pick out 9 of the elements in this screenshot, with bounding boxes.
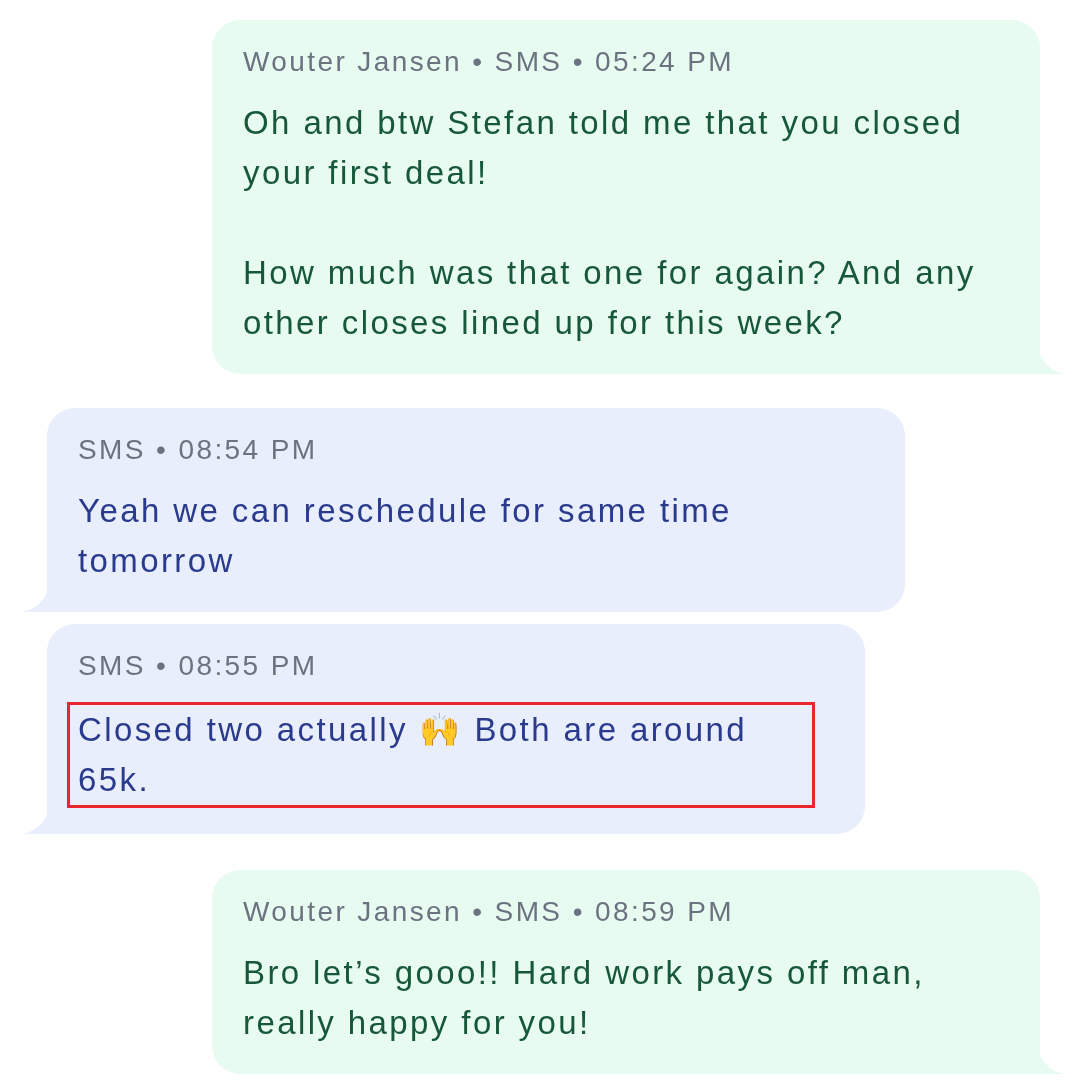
message-meta: SMS • 08:54 PM [78, 433, 319, 467]
message-text: Yeah we can reschedule for same time tomorrow [78, 491, 733, 581]
message-meta: Wouter Jansen • SMS • 05:24 PM [243, 45, 736, 79]
message-meta: Wouter Jansen • SMS • 08:59 PM [243, 895, 736, 929]
message-text: Oh and btw Stefan told me that you closed your first deal! [243, 103, 965, 193]
message-text: How much was that one for again? And any other closes lined up for this week? [243, 253, 977, 343]
message-text: Bro let’s gooo!! Hard work pays off man, really happy for you! [243, 953, 926, 1043]
message-text: Closed two actually 🙌 Both are around 65k. [67, 702, 815, 808]
message-meta: SMS • 08:55 PM [78, 649, 319, 683]
